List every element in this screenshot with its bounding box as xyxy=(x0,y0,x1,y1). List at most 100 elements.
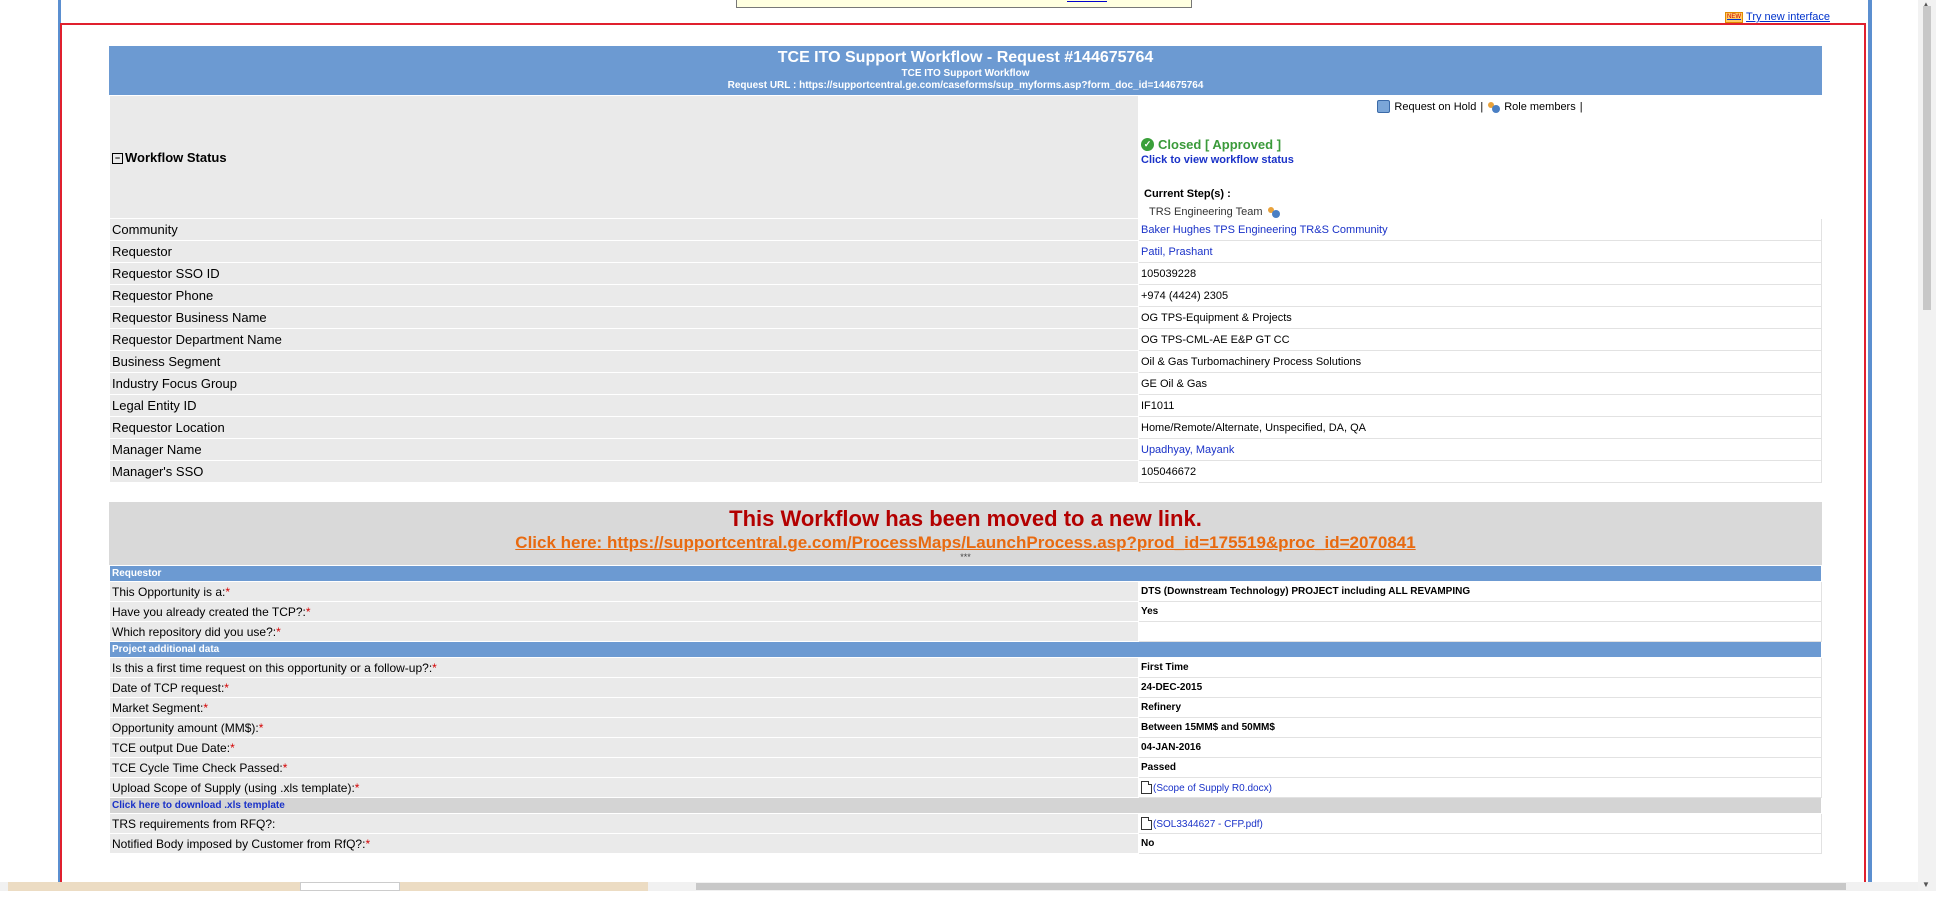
info-row: Requestor Patil, Prashant xyxy=(109,240,1822,263)
file-icon xyxy=(1141,781,1152,794)
role-members-link[interactable]: Role members xyxy=(1504,101,1576,113)
community-link[interactable]: Baker Hughes TPS Engineering TR&S Commun… xyxy=(1141,224,1388,236)
separator: | xyxy=(1579,100,1583,113)
form-label: Upload Scope of Supply (using .xls templ… xyxy=(112,780,355,795)
form-value: No xyxy=(1138,833,1822,854)
form-row: Is this a first time request on this opp… xyxy=(109,657,1822,678)
info-value: Oil & Gas Turbomachinery Process Solutio… xyxy=(1138,350,1822,373)
top-tooltip-fragment xyxy=(736,0,1192,8)
section-header-project: Project additional data xyxy=(109,641,1822,658)
separator: | xyxy=(1480,100,1484,113)
workflow-status-label: Workflow Status xyxy=(125,149,227,165)
info-row: Industry Focus Group GE Oil & Gas xyxy=(109,372,1822,395)
workflow-status: ✓ Closed [ Approved ] xyxy=(1141,137,1819,152)
info-row: Requestor Business Name OG TPS-Equipment … xyxy=(109,306,1822,329)
manager-link[interactable]: Upadhyay, Mayank xyxy=(1141,444,1234,456)
rfq-file-link[interactable]: (SOL3344627 - CFP.pdf) xyxy=(1153,819,1263,830)
form-row: TCE Cycle Time Check Passed:* Passed xyxy=(109,757,1822,778)
form-frame: TCE ITO Support Workflow - Request #1446… xyxy=(60,23,1866,889)
vertical-scroll-thumb[interactable] xyxy=(1923,6,1931,310)
info-value: IF1011 xyxy=(1138,394,1822,417)
form-value: Passed xyxy=(1138,757,1822,778)
vertical-scrollbar[interactable]: ▲ ▼ xyxy=(1918,0,1936,891)
required-mark: * xyxy=(230,740,235,755)
info-label: Requestor xyxy=(109,240,1139,263)
form-label: Date of TCP request: xyxy=(112,680,225,695)
required-mark: * xyxy=(203,700,209,715)
section-header-requestor: Requestor xyxy=(109,565,1822,582)
form-label: TCE output Due Date: xyxy=(112,740,231,755)
required-mark: * xyxy=(282,760,288,775)
bottom-bar-field[interactable] xyxy=(300,882,400,891)
hold-icon xyxy=(1377,100,1391,113)
collapse-toggle-icon[interactable]: − xyxy=(112,152,123,164)
form-label: Which repository did you use?: xyxy=(112,624,277,639)
workflow-status-row: − Workflow Status Request on Hold | Role … xyxy=(109,95,1822,219)
request-on-hold-link[interactable]: Request on Hold xyxy=(1394,101,1476,113)
info-row: Requestor SSO ID 105039228 xyxy=(109,262,1822,285)
info-value: 105046672 xyxy=(1138,460,1822,483)
form-value: Between 15MM$ and 50MM$ xyxy=(1138,717,1822,738)
request-subtitle: TCE ITO Support Workflow xyxy=(901,68,1030,79)
workflow-status-cell: − Workflow Status xyxy=(109,95,1139,219)
form-row: Market Segment:* Refinery xyxy=(109,697,1822,718)
info-value: Home/Remote/Alternate, Unspecified, DA, … xyxy=(1138,416,1822,439)
workflow-status-details: Request on Hold | Role members | ✓ Close… xyxy=(1138,95,1822,219)
scope-of-supply-file-link[interactable]: (Scope of Supply R0.docx) xyxy=(1153,783,1272,794)
required-mark: * xyxy=(354,780,360,795)
info-label: Requestor SSO ID xyxy=(109,262,1139,285)
download-template-link[interactable]: Click here to download .xls template xyxy=(109,797,1822,814)
scroll-down-icon[interactable]: ▼ xyxy=(1922,880,1930,889)
info-row: Manager Name Upadhyay, Mayank xyxy=(109,438,1822,461)
form-row: TCE output Due Date:* 04-JAN-2016 xyxy=(109,737,1822,758)
file-icon xyxy=(1141,817,1152,830)
form-row: Upload Scope of Supply (using .xls templ… xyxy=(109,777,1822,798)
info-label: Requestor Department Name xyxy=(109,328,1139,351)
form-label: Market Segment: xyxy=(112,700,204,715)
right-page-border xyxy=(1868,0,1872,891)
info-row: Legal Entity ID IF1011 xyxy=(109,394,1822,417)
download-template-row: Click here to download .xls template xyxy=(109,797,1822,814)
info-label: Manager Name xyxy=(109,438,1139,461)
info-row: Business Segment Oil & Gas Turbomachinery… xyxy=(109,350,1822,373)
form-value: DTS (Downstream Technology) PROJECT incl… xyxy=(1138,581,1822,602)
required-mark: * xyxy=(432,660,437,675)
request-title: TCE ITO Support Workflow - Request #1446… xyxy=(777,49,1154,66)
requestor-link[interactable]: Patil, Prashant xyxy=(1141,246,1213,258)
try-new-interface-link[interactable]: NEW Try new interface xyxy=(1725,11,1830,23)
info-row: Community Baker Hughes TPS Engineering TR… xyxy=(109,218,1822,241)
notice-marker: *** xyxy=(960,552,971,562)
required-mark: * xyxy=(305,604,311,619)
form-value: Refinery xyxy=(1138,697,1822,718)
form-value: Yes xyxy=(1138,601,1822,622)
required-mark: * xyxy=(365,836,371,851)
info-label: Industry Focus Group xyxy=(109,372,1139,395)
view-workflow-status-link[interactable]: Click to view workflow status xyxy=(1141,154,1819,166)
people-icon xyxy=(1487,101,1501,113)
horizontal-scroll-thumb[interactable] xyxy=(696,883,1846,890)
workflow-status-text: Closed [ Approved ] xyxy=(1158,137,1282,152)
info-value: OG TPS-CML-AE E&P GT CC xyxy=(1138,328,1822,351)
request-url: Request URL : https://supportcentral.ge.… xyxy=(727,80,1204,91)
try-new-interface-label: Try new interface xyxy=(1746,11,1830,23)
form-row: TRS requirements from RFQ?: (SOL3344627 -… xyxy=(109,813,1822,834)
info-value: OG TPS-Equipment & Projects xyxy=(1138,306,1822,329)
required-mark: * xyxy=(276,624,281,639)
info-label: Requestor Business Name xyxy=(109,306,1139,329)
form-value: First Time xyxy=(1138,657,1822,678)
info-label: Requestor Location xyxy=(109,416,1139,439)
form-content: TCE ITO Support Workflow - Request #1446… xyxy=(109,46,1822,854)
request-form-table: Requestor This Opportunity is a: * DTS (Do… xyxy=(109,565,1822,854)
tooltip-link-fragment[interactable] xyxy=(1067,1,1107,2)
form-row: Have you already created the TCP?:* Yes xyxy=(109,601,1822,622)
info-row: Requestor Location Home/Remote/Alternate,… xyxy=(109,416,1822,439)
required-mark: * xyxy=(224,680,229,695)
current-step: TRS Engineering Team xyxy=(1149,206,1819,218)
people-icon[interactable] xyxy=(1267,206,1280,218)
form-label: TRS requirements from RFQ?: xyxy=(112,816,276,831)
form-value: 04-JAN-2016 xyxy=(1138,737,1822,758)
form-value: 24-DEC-2015 xyxy=(1138,677,1822,698)
new-workflow-link[interactable]: Click here: https://supportcentral.ge.co… xyxy=(109,532,1822,553)
form-label: This Opportunity is a: xyxy=(112,584,226,599)
new-badge-icon: NEW xyxy=(1725,11,1744,23)
